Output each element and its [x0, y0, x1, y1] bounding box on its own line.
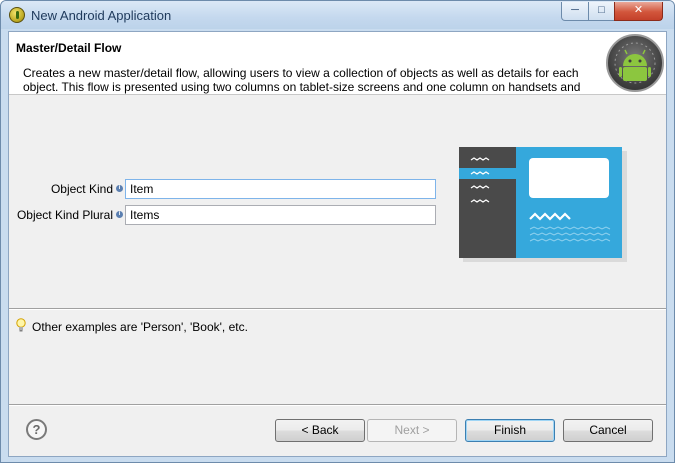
window-title: New Android Application — [31, 8, 172, 23]
wizard-header: Master/Detail Flow Creates a new master/… — [9, 32, 666, 95]
title-bar[interactable]: New Android Application ─ □ ✕ — [1, 1, 674, 29]
maximize-button[interactable]: □ — [588, 2, 615, 21]
help-button[interactable]: ? — [26, 419, 47, 440]
object-kind-plural-input[interactable] — [125, 205, 436, 225]
back-button[interactable]: < Back — [275, 419, 365, 442]
page-title: Master/Detail Flow — [16, 41, 122, 55]
object-kind-input[interactable] — [125, 179, 436, 199]
master-detail-preview-image — [459, 147, 627, 262]
hint-text: Other examples are 'Person', 'Book', etc… — [32, 320, 248, 334]
object-kind-plural-info-icon: i — [116, 211, 123, 218]
object-kind-info-icon: i — [116, 185, 123, 192]
footer-separator — [9, 404, 666, 406]
eclipse-app-icon — [9, 7, 25, 23]
object-kind-label: Object Kind — [50, 182, 113, 196]
finish-button[interactable]: Finish — [465, 419, 555, 442]
page-description: Creates a new master/detail flow, allowi… — [23, 66, 581, 94]
hint-separator — [9, 308, 666, 310]
app-window: New Android Application ─ □ ✕ Master/Det… — [0, 0, 675, 463]
wizard-body: Master/Detail Flow Creates a new master/… — [8, 31, 667, 457]
minimize-button[interactable]: ─ — [561, 2, 589, 21]
close-button[interactable]: ✕ — [614, 2, 663, 21]
next-button[interactable]: Next > — [367, 419, 457, 442]
android-logo-icon — [606, 34, 664, 92]
cancel-button[interactable]: Cancel — [563, 419, 653, 442]
lightbulb-icon — [16, 318, 26, 332]
object-kind-plural-label: Object Kind Plural — [16, 208, 113, 222]
